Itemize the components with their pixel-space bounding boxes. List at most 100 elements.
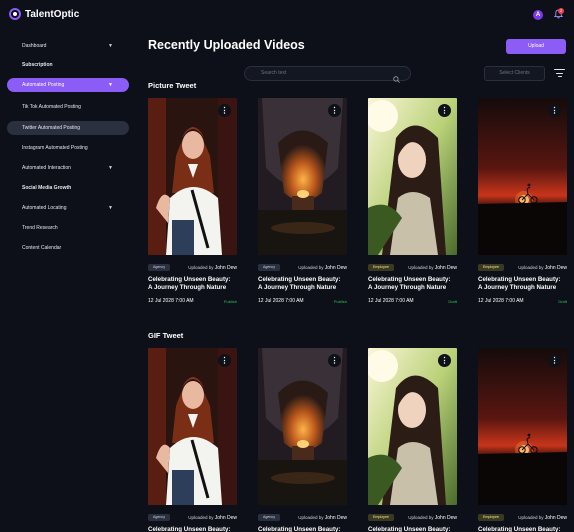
video-thumbnail[interactable]: ⋮ [258,98,347,255]
uploader-type-badge: Employee [368,264,394,271]
select-clients-dropdown[interactable]: Select Clients [484,66,545,81]
video-card[interactable]: ⋮ Employee Uploaded by John Dew Celebrat… [478,98,567,308]
video-title: Celebrating Unseen Beauty:A Journey Thro… [258,276,350,292]
more-options-icon[interactable]: ⋮ [218,354,231,367]
card-meta: Employee Uploaded by John Dew [478,514,567,522]
sidebar-item-tiktok-posting[interactable]: Tik Tok Automated Posting [7,100,129,114]
video-title: Celebrating Unseen Beauty:A Journey Thro… [478,526,570,532]
video-title: Celebrating Unseen Beauty:A Journey Thro… [148,526,240,532]
chevron-down-icon: ▼ [108,205,113,211]
card-meta: Agency Uploaded by John Dew [258,264,347,272]
video-thumbnail[interactable]: ⋮ [148,348,237,505]
sidebar-item-label: Subscription [22,62,53,68]
uploader-name: John Dew [214,515,237,521]
video-title-line2: A Journey Through Nature [148,284,227,291]
uploaded-by: Uploaded by John Dew [188,264,237,272]
section-title: GIF Tweet [148,331,184,340]
video-card[interactable]: ⋮ Employee Uploaded by John Dew Celebrat… [368,348,457,532]
avatar[interactable]: A [533,10,543,20]
video-thumbnail[interactable]: ⋮ [368,348,457,505]
status-badge: Publish [333,299,347,304]
video-title: Celebrating Unseen Beauty:A Journey Thro… [148,276,240,292]
app-name: TalentOptic [25,8,80,20]
uploaded-by: Uploaded by John Dew [518,264,567,272]
uploader-type-badge: Agency [258,514,280,521]
video-card[interactable]: ⋮ Agency Uploaded by John Dew Celebratin… [258,348,347,532]
search-icon[interactable] [393,70,400,83]
card-meta: Employee Uploaded by John Dew [368,514,457,522]
card-meta: Employee Uploaded by John Dew [478,264,567,272]
more-options-icon[interactable]: ⋮ [438,104,451,117]
video-thumbnail[interactable]: ⋮ [478,98,567,255]
search-input[interactable]: Search text [261,70,286,76]
sidebar-item-label: Instagram Automated Posting [22,145,88,151]
chevron-down-icon: ▼ [108,82,113,88]
video-date: 12 Jul 2028 7:00 AM [368,298,414,304]
sidebar-item-instagram-posting[interactable]: Instagram Automated Posting [7,141,129,155]
uploaded-by-label: Uploaded by [298,265,324,270]
more-options-icon[interactable]: ⋮ [548,104,561,117]
uploaded-by: Uploaded by John Dew [408,514,457,522]
uploader-type-badge: Employee [478,514,504,521]
card-meta: Agency Uploaded by John Dew [148,514,237,522]
logo[interactable]: TalentOptic [9,8,79,20]
video-title: Celebrating Unseen Beauty:A Journey Thro… [258,526,350,532]
top-bar: TalentOptic A 2 [0,0,574,30]
video-title-line1: Celebrating Unseen Beauty: [478,276,561,283]
video-date: 12 Jul 2028 7:00 AM [258,298,304,304]
video-card[interactable]: ⋮ Agency Uploaded by John Dew Celebratin… [148,98,237,308]
uploader-name: John Dew [544,265,567,271]
uploader-name: John Dew [214,265,237,271]
video-card[interactable]: ⋮ Agency Uploaded by John Dew Celebratin… [148,348,237,532]
section-title: Picture Tweet [148,81,197,90]
video-card[interactable]: ⋮ Agency Uploaded by John Dew Celebratin… [258,98,347,308]
notification-badge: 2 [558,8,564,14]
page-title: Recently Uploaded Videos [148,38,305,52]
sidebar-item-automated-interaction[interactable]: Automated Interaction ▼ [7,161,129,175]
more-options-icon[interactable]: ⋮ [218,104,231,117]
sidebar-item-dashboard[interactable]: Dashboard ▼ [7,39,129,53]
uploaded-by-label: Uploaded by [408,265,434,270]
sidebar-item-subscription[interactable]: Subscription [7,58,129,72]
uploaded-by: Uploaded by John Dew [188,514,237,522]
video-title-line1: Celebrating Unseen Beauty: [368,276,451,283]
uploader-name: John Dew [434,515,457,521]
uploader-type-badge: Agency [258,264,280,271]
uploader-name: John Dew [434,265,457,271]
video-card[interactable]: ⋮ Employee Uploaded by John Dew Celebrat… [478,348,567,532]
card-meta: Agency Uploaded by John Dew [258,514,347,522]
video-title-line1: Celebrating Unseen Beauty: [368,526,451,532]
video-title-line1: Celebrating Unseen Beauty: [478,526,561,532]
uploaded-by-label: Uploaded by [518,515,544,520]
sidebar-item-label: Automated Locating [22,205,67,211]
video-title-line1: Celebrating Unseen Beauty: [258,526,341,532]
video-title: Celebrating Unseen Beauty:A Journey Thro… [478,276,570,292]
video-thumbnail[interactable]: ⋮ [148,98,237,255]
sidebar-item-label: Automated Interaction [22,165,71,171]
video-thumbnail[interactable]: ⋮ [478,348,567,505]
uploaded-by-label: Uploaded by [518,265,544,270]
video-thumbnail[interactable]: ⋮ [258,348,347,505]
uploaded-by-label: Uploaded by [298,515,324,520]
more-options-icon[interactable]: ⋮ [438,354,451,367]
uploaded-by-label: Uploaded by [408,515,434,520]
sidebar-item-content-calendar[interactable]: Content Calendar [7,241,129,255]
more-options-icon[interactable]: ⋮ [328,104,341,117]
sidebar-item-automated-locating[interactable]: Automated Locating ▼ [7,201,129,215]
video-title-line1: Celebrating Unseen Beauty: [148,276,231,283]
upload-button[interactable]: Upload [506,39,566,54]
filter-icon[interactable] [554,69,565,78]
uploaded-by-label: Uploaded by [188,265,214,270]
more-options-icon[interactable]: ⋮ [548,354,561,367]
video-card[interactable]: ⋮ Employee Uploaded by John Dew Celebrat… [368,98,457,308]
sidebar-item-automated-posting[interactable]: Automated Posting ▼ [7,78,129,92]
status-badge: Publish [223,299,237,304]
sidebar-item-label: Social Media Growth [22,185,72,191]
more-options-icon[interactable]: ⋮ [328,354,341,367]
video-title: Celebrating Unseen Beauty:A Journey Thro… [368,276,460,292]
sidebar-item-social-media-growth[interactable]: Social Media Growth [7,181,129,195]
video-thumbnail[interactable]: ⋮ [368,98,457,255]
sidebar-item-twitter-posting[interactable]: Twitter Automated Posting [7,121,129,135]
sidebar-item-trend-research[interactable]: Trend Research [7,221,129,235]
search-bar[interactable]: Search text [244,66,411,83]
